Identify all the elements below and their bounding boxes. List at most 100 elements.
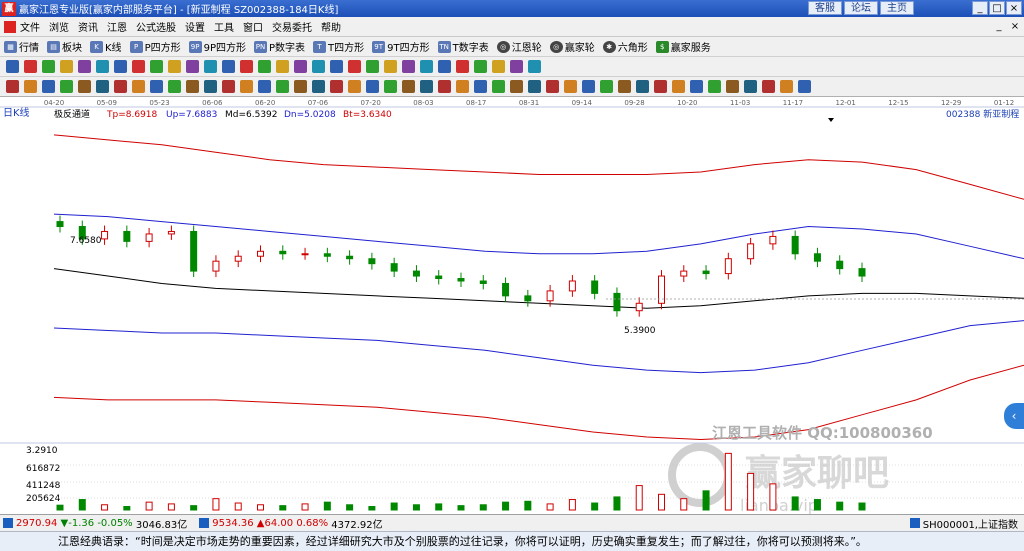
kline-chart[interactable]: 04-20 05-09 05-23 06-06 06-20 07-06 07-20 08-03…	[0, 97, 1024, 514]
tool-icon[interactable]	[564, 80, 577, 93]
tool-icon[interactable]	[546, 80, 559, 93]
tool-icon[interactable]	[456, 80, 469, 93]
toolbar-gann-wheel[interactable]: ◎ 江恩轮	[496, 39, 542, 54]
tool-icon[interactable]	[330, 60, 343, 73]
mdi-close-button[interactable]: ×	[1008, 20, 1022, 33]
tool-icon[interactable]	[294, 80, 307, 93]
forum-link[interactable]: 论坛	[844, 1, 878, 15]
tool-icon[interactable]	[348, 60, 361, 73]
tool-icon[interactable]	[114, 80, 127, 93]
tool-icon[interactable]	[42, 60, 55, 73]
tool-icon[interactable]	[258, 60, 271, 73]
tool-icon[interactable]	[510, 60, 523, 73]
toolbar-hexagon[interactable]: ✱ 六角形	[602, 39, 648, 54]
tool-icon[interactable]	[654, 80, 667, 93]
menu-help[interactable]: 帮助	[321, 19, 341, 34]
tool-icon[interactable]	[492, 60, 505, 73]
tool-icon[interactable]	[474, 60, 487, 73]
status-index-label[interactable]: SH000001,上证指数	[923, 516, 1018, 531]
tool-icon[interactable]	[420, 60, 433, 73]
tool-icon[interactable]	[294, 60, 307, 73]
toolbar-t-square[interactable]: T T四方形	[313, 39, 364, 54]
menu-info[interactable]: 资讯	[78, 19, 98, 34]
tool-icon[interactable]	[312, 60, 325, 73]
minimize-button[interactable]: _	[972, 1, 988, 15]
tool-icon[interactable]	[456, 60, 469, 73]
tool-icon[interactable]	[240, 60, 253, 73]
toolbar-9t-square[interactable]: 9T 9T四方形	[372, 39, 430, 54]
tool-icon[interactable]	[762, 80, 775, 93]
tool-icon[interactable]	[474, 80, 487, 93]
tool-icon[interactable]	[204, 80, 217, 93]
tool-icon[interactable]	[744, 80, 757, 93]
tool-icon[interactable]	[96, 80, 109, 93]
toolbar-p-square[interactable]: P P四方形	[129, 39, 181, 54]
tool-icon[interactable]	[510, 80, 523, 93]
menu-gann[interactable]: 江恩	[107, 19, 127, 34]
tool-icon[interactable]	[78, 60, 91, 73]
menu-trade[interactable]: 交易委托	[272, 19, 312, 34]
toolbar-t-table[interactable]: TN T数字表	[437, 39, 489, 54]
menu-settings[interactable]: 设置	[185, 19, 205, 34]
tool-icon[interactable]	[690, 80, 703, 93]
tool-icon[interactable]	[492, 80, 505, 93]
tool-icon[interactable]	[708, 80, 721, 93]
tool-icon[interactable]	[276, 60, 289, 73]
tool-icon[interactable]	[258, 80, 271, 93]
toolbar-winner-service[interactable]: $ 赢家服务	[655, 39, 711, 54]
side-panel-toggle-icon[interactable]: ‹	[1004, 403, 1024, 429]
tool-icon[interactable]	[672, 80, 685, 93]
tool-icon[interactable]	[528, 80, 541, 93]
tool-icon[interactable]	[150, 60, 163, 73]
tool-icon[interactable]	[222, 60, 235, 73]
tool-icon[interactable]	[618, 80, 631, 93]
tool-icon[interactable]	[438, 80, 451, 93]
tool-icon[interactable]	[528, 60, 541, 73]
toolbar-9p-square[interactable]: 9P 9P四方形	[188, 39, 246, 54]
mdi-minimize-button[interactable]: _	[992, 20, 1006, 33]
tool-icon[interactable]	[600, 80, 613, 93]
tool-icon[interactable]	[6, 60, 19, 73]
tool-icon[interactable]	[636, 80, 649, 93]
tool-icon[interactable]	[726, 80, 739, 93]
tool-icon[interactable]	[420, 80, 433, 93]
tool-icon[interactable]	[114, 60, 127, 73]
homepage-link[interactable]: 主页	[880, 1, 914, 15]
customer-service-link[interactable]: 客服	[808, 1, 842, 15]
toolbar-kline[interactable]: K K线	[90, 39, 122, 54]
close-button[interactable]: ×	[1006, 1, 1022, 15]
tool-icon[interactable]	[24, 80, 37, 93]
tool-icon[interactable]	[348, 80, 361, 93]
tool-icon[interactable]	[276, 80, 289, 93]
tool-icon[interactable]	[240, 80, 253, 93]
tool-icon[interactable]	[384, 60, 397, 73]
menu-browse[interactable]: 浏览	[49, 19, 69, 34]
tool-icon[interactable]	[222, 80, 235, 93]
menu-formula-select[interactable]: 公式选股	[136, 19, 176, 34]
tool-icon[interactable]	[312, 80, 325, 93]
tool-icon[interactable]	[150, 80, 163, 93]
maximize-button[interactable]: □	[989, 1, 1005, 15]
menu-file[interactable]: 文件	[20, 19, 40, 34]
toolbar-p-table[interactable]: PN P数字表	[254, 39, 305, 54]
tool-icon[interactable]	[366, 60, 379, 73]
tool-icon[interactable]	[78, 80, 91, 93]
tool-icon[interactable]	[582, 80, 595, 93]
menu-tools[interactable]: 工具	[214, 19, 234, 34]
toolbar-winner-wheel[interactable]: ◎ 赢家轮	[549, 39, 595, 54]
tool-icon[interactable]	[24, 60, 37, 73]
tool-icon[interactable]	[132, 80, 145, 93]
tool-icon[interactable]	[96, 60, 109, 73]
tool-icon[interactable]	[168, 60, 181, 73]
toolbar-quotes[interactable]: ▦ 行情	[4, 39, 39, 54]
tool-icon[interactable]	[132, 60, 145, 73]
tool-icon[interactable]	[366, 80, 379, 93]
tool-icon[interactable]	[186, 60, 199, 73]
tool-icon[interactable]	[60, 80, 73, 93]
tool-icon[interactable]	[438, 60, 451, 73]
tool-icon[interactable]	[384, 80, 397, 93]
tool-icon[interactable]	[402, 80, 415, 93]
tool-icon[interactable]	[42, 80, 55, 93]
tool-icon[interactable]	[204, 60, 217, 73]
menu-window[interactable]: 窗口	[243, 19, 263, 34]
